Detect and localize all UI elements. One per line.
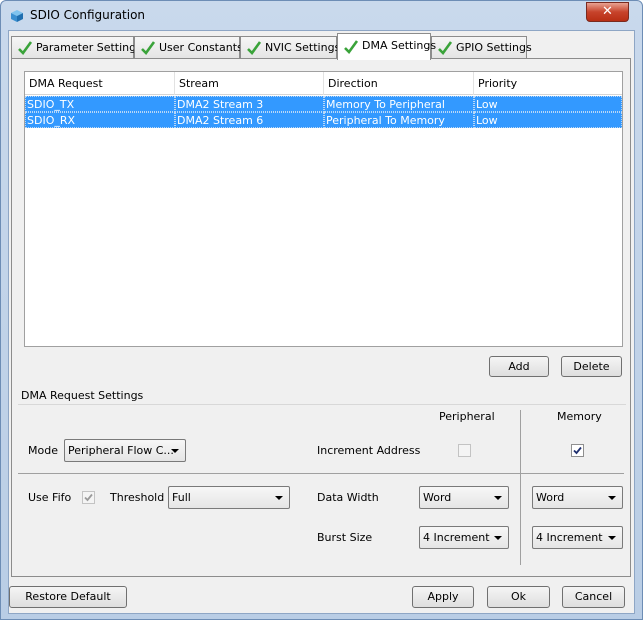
tab-dma-settings[interactable]: DMA Settings xyxy=(337,33,436,60)
table-row[interactable]: SDIO_RX DMA2 Stream 6 Peripheral To Memo… xyxy=(25,112,622,128)
tab-label: Parameter Settings xyxy=(36,41,142,54)
table-row[interactable]: SDIO_TX DMA2 Stream 3 Memory To Peripher… xyxy=(25,96,622,112)
threshold-label: Threshold xyxy=(110,491,165,504)
check-mark-icon xyxy=(84,493,93,502)
tab-label: NVIC Settings xyxy=(265,41,341,54)
use-fifo-checkbox[interactable] xyxy=(82,491,95,504)
tab-nvic-settings[interactable]: NVIC Settings xyxy=(240,36,341,59)
close-button[interactable]: ✕ xyxy=(586,2,629,22)
cell-dma-request: SDIO_RX xyxy=(25,112,175,128)
peripheral-column-header: Peripheral xyxy=(439,410,495,423)
cell-priority: Low xyxy=(474,112,622,128)
check-mark-icon xyxy=(141,41,156,55)
use-fifo-label: Use Fifo xyxy=(28,491,72,504)
burst-size-peripheral-value: 4 Increment xyxy=(423,531,490,544)
check-mark-icon xyxy=(438,41,453,55)
group-title: DMA Request Settings xyxy=(21,389,144,402)
burst-size-peripheral-dropdown[interactable]: 4 Increment xyxy=(419,526,509,549)
burst-size-label: Burst Size xyxy=(317,531,373,544)
window-title: SDIO Configuration xyxy=(30,8,146,22)
increment-peripheral-checkbox[interactable] xyxy=(458,444,471,457)
column-header-direction[interactable]: Direction xyxy=(324,72,474,95)
chevron-down-icon xyxy=(275,496,283,500)
tab-label: GPIO Settings xyxy=(456,41,532,54)
ok-button[interactable]: Ok xyxy=(487,586,550,608)
check-mark-icon xyxy=(573,446,582,455)
tab-user-constants[interactable]: User Constants xyxy=(134,36,243,59)
data-width-label: Data Width xyxy=(317,491,379,504)
memory-column-header: Memory xyxy=(557,410,602,423)
check-mark-icon xyxy=(247,41,262,55)
increment-address-label: Increment Address xyxy=(317,444,421,457)
cancel-button[interactable]: Cancel xyxy=(562,586,625,608)
increment-memory-checkbox[interactable] xyxy=(571,444,584,457)
memory-column-divider xyxy=(520,410,521,565)
column-header-priority[interactable]: Priority xyxy=(474,72,622,95)
mode-label: Mode xyxy=(28,444,58,457)
app-cube-icon xyxy=(11,10,23,22)
tab-label: DMA Settings xyxy=(362,39,437,52)
chevron-down-icon xyxy=(608,536,616,540)
chevron-down-icon xyxy=(171,449,179,453)
dialog-client-area: Parameter Settings User Constants NVIC S… xyxy=(8,30,635,614)
title-bar[interactable]: SDIO Configuration ✕ xyxy=(1,1,642,30)
mode-dropdown[interactable]: Peripheral Flow C... xyxy=(64,439,186,462)
data-width-memory-dropdown[interactable]: Word xyxy=(532,486,623,509)
dma-settings-panel: DMA Request Stream Direction Priority SD… xyxy=(11,58,631,577)
sdio-configuration-window: SDIO Configuration ✕ Parameter Settings … xyxy=(0,0,643,620)
check-mark-icon xyxy=(18,41,33,55)
burst-size-memory-value: 4 Increment xyxy=(536,531,603,544)
burst-size-memory-dropdown[interactable]: 4 Increment xyxy=(532,526,623,549)
delete-button[interactable]: Delete xyxy=(561,356,622,377)
cell-stream: DMA2 Stream 6 xyxy=(175,112,324,128)
restore-default-button[interactable]: Restore Default xyxy=(9,586,127,608)
table-header: DMA Request Stream Direction Priority xyxy=(25,72,622,95)
cell-stream: DMA2 Stream 3 xyxy=(175,96,324,112)
data-width-memory-value: Word xyxy=(536,491,565,504)
tab-parameter-settings[interactable]: Parameter Settings xyxy=(11,36,142,59)
dma-request-table[interactable]: DMA Request Stream Direction Priority SD… xyxy=(24,71,623,347)
tab-label: User Constants xyxy=(159,41,243,54)
data-width-peripheral-dropdown[interactable]: Word xyxy=(419,486,509,509)
cell-dma-request: SDIO_TX xyxy=(25,96,175,112)
chevron-down-icon xyxy=(608,496,616,500)
tab-gpio-settings[interactable]: GPIO Settings xyxy=(431,36,532,59)
column-header-dma-request[interactable]: DMA Request xyxy=(25,72,175,95)
threshold-dropdown[interactable]: Full xyxy=(168,486,290,509)
column-header-stream[interactable]: Stream xyxy=(175,72,324,95)
cell-priority: Low xyxy=(474,96,622,112)
chevron-down-icon xyxy=(494,496,502,500)
check-mark-icon xyxy=(344,40,359,54)
group-divider xyxy=(18,404,626,405)
row-divider xyxy=(18,473,624,474)
add-button[interactable]: Add xyxy=(489,356,549,377)
cell-direction: Peripheral To Memory xyxy=(324,112,474,128)
data-width-peripheral-value: Word xyxy=(423,491,452,504)
mode-value: Peripheral Flow C... xyxy=(68,444,174,457)
cell-direction: Memory To Peripheral xyxy=(324,96,474,112)
apply-button[interactable]: Apply xyxy=(412,586,474,608)
chevron-down-icon xyxy=(494,536,502,540)
threshold-value: Full xyxy=(172,491,191,504)
close-icon: ✕ xyxy=(602,4,613,19)
